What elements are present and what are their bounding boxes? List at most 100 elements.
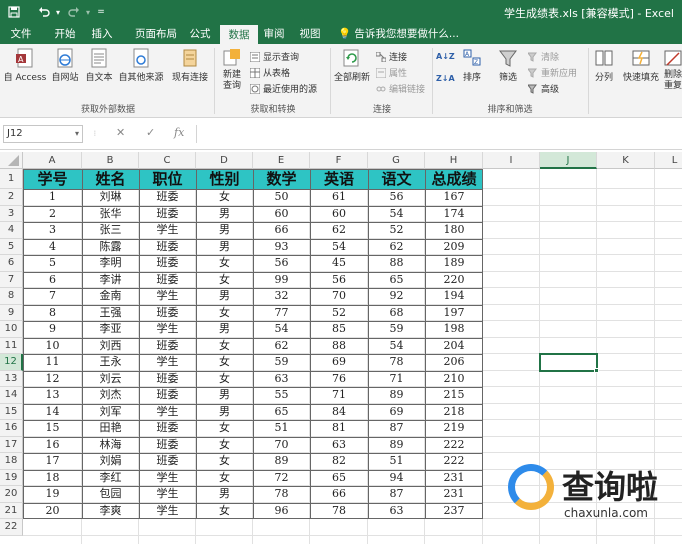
table-cell[interactable]: 20 <box>23 503 82 520</box>
table-cell[interactable]: 刘西 <box>82 338 139 355</box>
table-cell[interactable]: 8 <box>23 305 82 322</box>
table-cell[interactable]: 65 <box>253 404 310 421</box>
table-cell[interactable]: 89 <box>368 437 425 454</box>
table-cell[interactable]: 96 <box>253 503 310 520</box>
table-cell[interactable]: 84 <box>310 404 368 421</box>
table-cell[interactable]: 63 <box>310 437 368 454</box>
table-cell[interactable]: 12 <box>23 371 82 388</box>
table-cell[interactable]: 班委 <box>139 255 196 272</box>
fill-handle[interactable] <box>594 367 599 373</box>
table-cell[interactable]: 10 <box>23 338 82 355</box>
table-cell[interactable]: 52 <box>368 222 425 239</box>
table-cell[interactable]: 18 <box>23 470 82 487</box>
row-header-12[interactable]: 12 <box>0 354 23 371</box>
table-cell[interactable]: 222 <box>425 437 483 454</box>
table-cell[interactable]: 李明 <box>82 255 139 272</box>
table-cell[interactable]: 63 <box>253 371 310 388</box>
save-icon[interactable] <box>4 3 24 21</box>
tab-insert[interactable]: 插入 <box>84 24 120 44</box>
table-cell[interactable]: 51 <box>253 420 310 437</box>
table-cell[interactable]: 张华 <box>82 206 139 223</box>
table-cell[interactable]: 204 <box>425 338 483 355</box>
table-cell[interactable]: 62 <box>368 239 425 256</box>
show-queries-button[interactable]: 显示查询 <box>250 50 299 63</box>
table-cell[interactable]: 16 <box>23 437 82 454</box>
clear-filter-button[interactable]: 清除 <box>528 50 559 63</box>
table-cell[interactable]: 52 <box>310 305 368 322</box>
table-cell[interactable]: 59 <box>253 354 310 371</box>
table-cell[interactable]: 女 <box>196 453 253 470</box>
table-cell[interactable]: 班委 <box>139 453 196 470</box>
table-cell[interactable]: 男 <box>196 404 253 421</box>
column-header-g[interactable]: G <box>368 152 425 169</box>
tab-view[interactable]: 视图 <box>292 24 328 44</box>
table-header-cell[interactable]: 学号 <box>23 169 82 189</box>
row-header-18[interactable]: 18 <box>0 453 23 470</box>
table-cell[interactable]: 77 <box>253 305 310 322</box>
table-cell[interactable]: 女 <box>196 371 253 388</box>
table-cell[interactable]: 85 <box>310 321 368 338</box>
column-header-j[interactable]: J <box>540 152 597 169</box>
table-cell[interactable]: 17 <box>23 453 82 470</box>
insert-function-icon[interactable]: fx <box>174 126 184 139</box>
column-header-a[interactable]: A <box>23 152 82 169</box>
row-header-17[interactable]: 17 <box>0 436 23 453</box>
table-cell[interactable]: 220 <box>425 272 483 289</box>
table-cell[interactable]: 68 <box>368 305 425 322</box>
sort-z-a-button[interactable]: Z↓A <box>436 74 455 83</box>
table-cell[interactable]: 男 <box>196 239 253 256</box>
table-header-cell[interactable]: 总成绩 <box>425 169 483 189</box>
table-cell[interactable]: 刘杰 <box>82 387 139 404</box>
table-cell[interactable]: 54 <box>368 338 425 355</box>
table-cell[interactable]: 学生 <box>139 288 196 305</box>
table-cell[interactable]: 56 <box>253 255 310 272</box>
table-cell[interactable]: 4 <box>23 239 82 256</box>
filter-button[interactable]: 筛选 <box>494 48 522 83</box>
table-cell[interactable]: 219 <box>425 420 483 437</box>
table-cell[interactable]: 3 <box>23 222 82 239</box>
table-cell[interactable]: 王强 <box>82 305 139 322</box>
column-header-l[interactable]: L <box>655 152 682 169</box>
column-header-k[interactable]: K <box>597 152 655 169</box>
table-cell[interactable]: 71 <box>368 371 425 388</box>
tab-home[interactable]: 开始 <box>47 24 83 44</box>
table-cell[interactable]: 男 <box>196 288 253 305</box>
table-cell[interactable]: 237 <box>425 503 483 520</box>
table-cell[interactable]: 班委 <box>139 338 196 355</box>
table-cell[interactable]: 54 <box>368 206 425 223</box>
row-header-6[interactable]: 6 <box>0 255 23 272</box>
table-cell[interactable]: 学生 <box>139 486 196 503</box>
table-cell[interactable]: 222 <box>425 453 483 470</box>
table-cell[interactable]: 2 <box>23 206 82 223</box>
table-cell[interactable]: 231 <box>425 470 483 487</box>
table-cell[interactable]: 15 <box>23 420 82 437</box>
from-other-sources-button[interactable]: 自其他来源 <box>116 48 166 83</box>
table-cell[interactable]: 82 <box>310 453 368 470</box>
table-cell[interactable]: 61 <box>310 189 368 206</box>
column-header-d[interactable]: D <box>196 152 253 169</box>
column-header-h[interactable]: H <box>425 152 483 169</box>
table-cell[interactable]: 210 <box>425 371 483 388</box>
row-header-3[interactable]: 3 <box>0 205 23 222</box>
table-cell[interactable]: 70 <box>310 288 368 305</box>
table-cell[interactable]: 女 <box>196 272 253 289</box>
name-box[interactable]: J12 ▾ <box>3 125 83 143</box>
table-cell[interactable]: 89 <box>368 387 425 404</box>
table-cell[interactable]: 女 <box>196 189 253 206</box>
table-cell[interactable]: 男 <box>196 486 253 503</box>
row-header-4[interactable]: 4 <box>0 222 23 239</box>
column-header-b[interactable]: B <box>82 152 139 169</box>
table-cell[interactable]: 78 <box>253 486 310 503</box>
tab-file[interactable]: 文件 <box>4 24 38 44</box>
table-cell[interactable]: 11 <box>23 354 82 371</box>
table-cell[interactable]: 66 <box>253 222 310 239</box>
name-box-dropdown-icon[interactable]: ▾ <box>75 126 79 142</box>
table-cell[interactable]: 94 <box>368 470 425 487</box>
row-header-10[interactable]: 10 <box>0 321 23 338</box>
table-cell[interactable]: 林海 <box>82 437 139 454</box>
table-cell[interactable]: 王永 <box>82 354 139 371</box>
enter-icon[interactable]: ✓ <box>146 126 155 139</box>
row-header-19[interactable]: 19 <box>0 469 23 486</box>
table-header-cell[interactable]: 英语 <box>310 169 368 189</box>
from-web-button[interactable]: 自网站 <box>48 48 82 83</box>
